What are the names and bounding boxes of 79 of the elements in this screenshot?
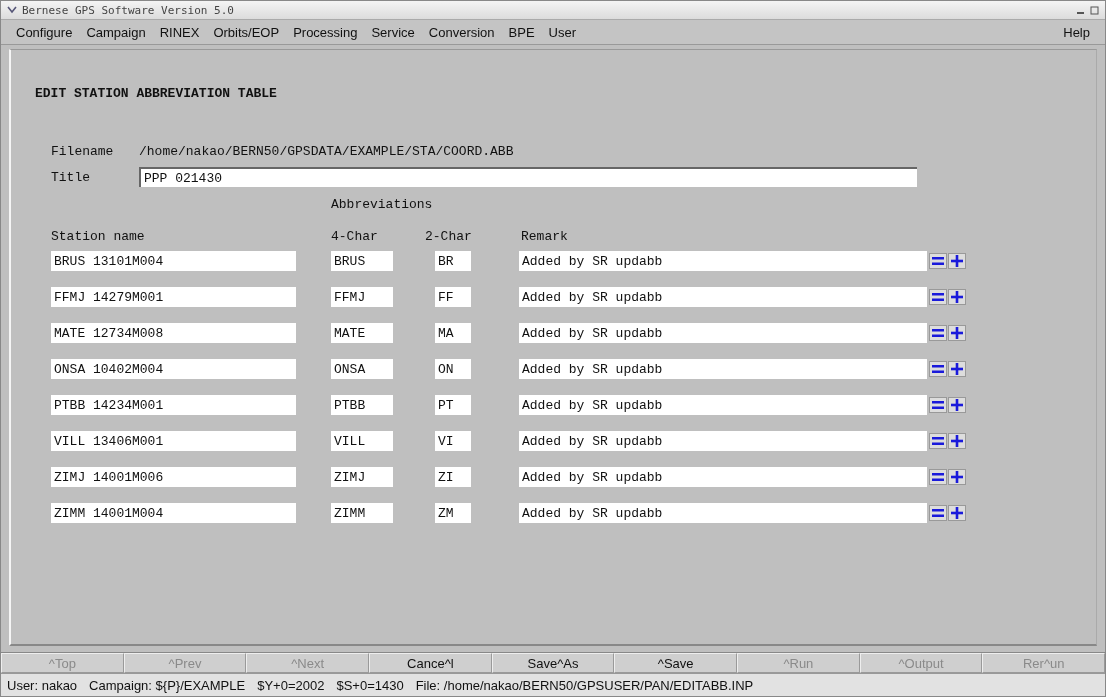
toolbar-button[interactable]: ^Save [614, 653, 738, 673]
column-header: 2-Char [425, 228, 473, 244]
abbreviation-field[interactable]: VI [435, 431, 471, 451]
abbreviation-field[interactable]: ONSA [331, 359, 393, 379]
remove-row-icon[interactable] [929, 289, 947, 305]
remark-field[interactable]: Added by SR updabb [519, 251, 927, 271]
remove-row-icon[interactable] [929, 397, 947, 413]
status-text: User: nakao [7, 677, 78, 693]
window-title: Bernese GPS Software Version 5.0 [22, 3, 234, 17]
add-row-icon[interactable] [948, 469, 966, 485]
menu-item[interactable]: Processing [286, 24, 365, 40]
abbreviation-field[interactable]: VILL [331, 431, 393, 451]
status-text: $Y+0=2002 [257, 677, 325, 693]
menu-item[interactable]: Orbits/EOP [206, 24, 287, 40]
remark-field[interactable]: Added by SR updabb [519, 359, 927, 379]
add-row-icon[interactable] [948, 361, 966, 377]
menu-item[interactable]: Service [364, 24, 422, 40]
chevron-icon[interactable] [7, 6, 17, 14]
column-group-header: Abbreviations [331, 197, 433, 212]
remark-field[interactable]: Added by SR updabb [519, 323, 927, 343]
title-field[interactable]: PPP 021430 [139, 167, 917, 187]
maximize-icon[interactable] [1090, 5, 1099, 15]
remark-field[interactable]: Added by SR updabb [519, 287, 927, 307]
abbreviation-field[interactable]: ZI [435, 467, 471, 487]
abbreviation-field[interactable]: PT [435, 395, 471, 415]
field-label: Title [51, 169, 91, 185]
field-label: Filename [51, 143, 115, 159]
station-field[interactable]: FFMJ 14279M001 [51, 287, 296, 307]
menu-item[interactable]: Help [1056, 24, 1097, 40]
add-row-icon[interactable] [948, 253, 966, 269]
station-field[interactable]: ZIMJ 14001M006 [51, 467, 296, 487]
abbreviation-field[interactable]: FFMJ [331, 287, 393, 307]
abbreviation-field[interactable]: ZM [435, 503, 471, 523]
add-row-icon[interactable] [948, 325, 966, 341]
menu-item[interactable]: Configure [9, 24, 80, 40]
abbreviation-field[interactable]: MA [435, 323, 471, 343]
abbreviation-field[interactable]: BR [435, 251, 471, 271]
status-text: $S+0=1430 [336, 677, 404, 693]
menu-item[interactable]: BPE [501, 24, 542, 40]
status-text: Campaign: ${P}/EXAMPLE [89, 677, 246, 693]
column-header: Remark [521, 228, 569, 244]
abbreviation-field[interactable]: ZIMM [331, 503, 393, 523]
add-row-icon[interactable] [948, 433, 966, 449]
column-header: 4-Char [331, 228, 379, 244]
remark-field[interactable]: Added by SR updabb [519, 503, 927, 523]
remove-row-icon[interactable] [929, 325, 947, 341]
form-heading: EDIT STATION ABBREVIATION TABLE [35, 86, 278, 101]
remark-field[interactable]: Added by SR updabb [519, 395, 927, 415]
abbreviation-field[interactable]: ZIMJ [331, 467, 393, 487]
remove-row-icon[interactable] [929, 505, 947, 521]
abbreviation-field[interactable]: FF [435, 287, 471, 307]
abbreviation-field[interactable]: ON [435, 359, 471, 379]
status-text: File: /home/nakao/BERN50/GPSUSER/PAN/EDITABB.INP [415, 677, 754, 693]
column-header: Station name [51, 228, 146, 244]
menu-item[interactable]: Conversion [421, 24, 502, 40]
station-field[interactable]: ONSA 10402M004 [51, 359, 296, 379]
filename-text: /home/nakao/BERN50/GPSDATA/EXAMPLE/STA/COORD.ABB [139, 143, 514, 159]
toolbar-button[interactable]: Cance^l [369, 653, 492, 673]
remove-row-icon[interactable] [929, 253, 947, 269]
station-field[interactable]: BRUS 13101M004 [51, 251, 296, 271]
abbreviation-field[interactable]: BRUS [331, 251, 393, 271]
add-row-icon[interactable] [948, 397, 966, 413]
remove-row-icon[interactable] [929, 361, 947, 377]
station-field[interactable]: VILL 13406M001 [51, 431, 296, 451]
abbreviation-field[interactable]: PTBB [331, 395, 393, 415]
toolbar-button[interactable]: Save^As [491, 653, 615, 673]
station-field[interactable]: MATE 12734M008 [51, 323, 296, 343]
remove-row-icon[interactable] [929, 469, 947, 485]
abbreviation-field[interactable]: MATE [331, 323, 393, 343]
remark-field[interactable]: Added by SR updabb [519, 467, 927, 487]
station-field[interactable]: PTBB 14234M001 [51, 395, 296, 415]
add-row-icon[interactable] [948, 289, 966, 305]
add-row-icon[interactable] [948, 505, 966, 521]
station-field[interactable]: ZIMM 14001M004 [51, 503, 296, 523]
remark-field[interactable]: Added by SR updabb [519, 431, 927, 451]
menu-item[interactable]: User [541, 24, 584, 40]
menu-item[interactable]: Campaign [79, 24, 153, 40]
remove-row-icon[interactable] [929, 433, 947, 449]
menu-item[interactable]: RINEX [152, 24, 207, 40]
